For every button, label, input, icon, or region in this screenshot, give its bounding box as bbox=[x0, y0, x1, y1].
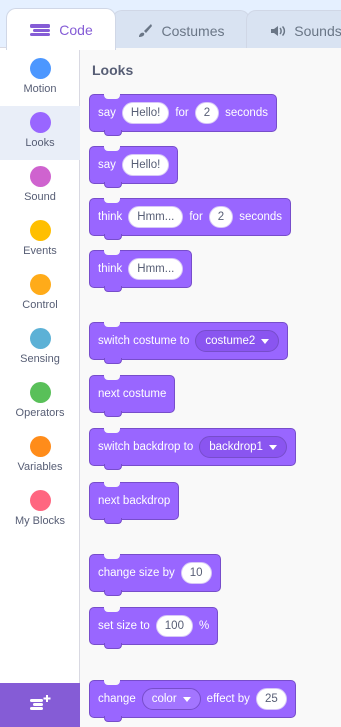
category-events[interactable]: Events bbox=[0, 214, 80, 268]
category-label: Control bbox=[22, 299, 58, 311]
size-input[interactable]: 10 bbox=[180, 562, 212, 584]
block-next-backdrop[interactable]: next backdrop bbox=[89, 482, 180, 524]
category-label: Sensing bbox=[20, 353, 60, 365]
block-text: % bbox=[198, 620, 210, 632]
message-input[interactable]: Hmm... bbox=[128, 258, 184, 280]
block-switch-costume[interactable]: switch costume to costume2 bbox=[89, 322, 289, 364]
scratch-editor: Code Costumes Sounds Motion Looks Sound … bbox=[0, 0, 341, 727]
tab-bar: Code Costumes Sounds bbox=[0, 0, 341, 50]
seconds-input[interactable]: 2 bbox=[194, 102, 220, 124]
size-input[interactable]: 100 bbox=[155, 615, 193, 637]
message-input[interactable]: Hello! bbox=[121, 102, 170, 124]
effect-dropdown[interactable]: color bbox=[141, 688, 201, 710]
category-motion[interactable]: Motion bbox=[0, 52, 80, 106]
effect-value-input[interactable]: 25 bbox=[255, 688, 287, 710]
block-think-for-secs[interactable]: think Hmm... for 2 seconds bbox=[89, 198, 292, 240]
events-dot-icon bbox=[29, 220, 51, 241]
block-text: change size by bbox=[98, 567, 175, 579]
block-say[interactable]: say Hello! bbox=[89, 146, 179, 188]
tab-costumes[interactable]: Costumes bbox=[112, 10, 250, 50]
category-label: Sound bbox=[24, 191, 56, 203]
speaker-icon bbox=[270, 24, 286, 38]
block-text: seconds bbox=[239, 211, 283, 223]
category-control[interactable]: Control bbox=[0, 268, 80, 322]
my-blocks-dot-icon bbox=[29, 490, 51, 511]
category-label: Operators bbox=[15, 407, 65, 419]
caret-down-icon bbox=[261, 338, 270, 344]
caret-down-icon bbox=[268, 444, 277, 450]
block-change-size[interactable]: change size by 10 bbox=[89, 554, 221, 596]
block-say-for-secs[interactable]: say Hello! for 2 seconds bbox=[89, 94, 277, 136]
block-text: say bbox=[98, 107, 116, 119]
tab-code-label: Code bbox=[59, 21, 93, 38]
backdrop-dropdown[interactable]: backdrop1 bbox=[199, 436, 287, 458]
block-set-size[interactable]: set size to 100 % bbox=[89, 607, 219, 649]
blocks-palette: Looks say Hello! for 2 seconds say Hello… bbox=[80, 48, 341, 727]
message-input[interactable]: Hmm... bbox=[128, 206, 184, 228]
block-next-costume[interactable]: next costume bbox=[89, 375, 176, 417]
add-extension-icon bbox=[28, 694, 52, 717]
block-think[interactable]: think Hmm... bbox=[89, 250, 193, 292]
category-menu: Motion Looks Sound Events Control Sensin… bbox=[0, 48, 80, 727]
looks-dot-icon bbox=[29, 112, 51, 133]
block-text: for bbox=[189, 211, 203, 223]
category-label: Motion bbox=[23, 83, 57, 95]
block-text: think bbox=[98, 211, 123, 223]
block-text: switch backdrop to bbox=[98, 441, 194, 453]
block-text: switch costume to bbox=[98, 335, 190, 347]
dropdown-value: backdrop1 bbox=[209, 441, 263, 453]
caret-down-icon bbox=[182, 696, 191, 702]
category-label: Variables bbox=[17, 461, 63, 473]
message-input[interactable]: Hello! bbox=[121, 154, 170, 176]
block-text: effect by bbox=[206, 693, 250, 705]
code-icon bbox=[29, 23, 51, 37]
block-text: say bbox=[98, 159, 116, 171]
motion-dot-icon bbox=[29, 58, 51, 79]
category-label: My Blocks bbox=[14, 515, 66, 527]
category-label: Looks bbox=[25, 137, 55, 149]
category-sound[interactable]: Sound bbox=[0, 160, 80, 214]
tab-code[interactable]: Code bbox=[6, 8, 116, 50]
variables-dot-icon bbox=[29, 436, 51, 457]
tab-sounds-label: Sounds bbox=[294, 22, 341, 39]
block-change-effect[interactable]: change color effect by 25 bbox=[89, 680, 296, 722]
block-switch-backdrop[interactable]: switch backdrop to backdrop1 bbox=[89, 428, 296, 470]
dropdown-value: costume2 bbox=[205, 335, 256, 347]
block-text: think bbox=[98, 263, 123, 275]
category-label: Events bbox=[23, 245, 57, 257]
block-text: change bbox=[98, 693, 136, 705]
tab-costumes-label: Costumes bbox=[161, 22, 225, 39]
add-extension-button[interactable] bbox=[0, 683, 80, 727]
category-sensing[interactable]: Sensing bbox=[0, 322, 80, 376]
category-operators[interactable]: Operators bbox=[0, 376, 80, 430]
control-dot-icon bbox=[29, 274, 51, 295]
category-variables[interactable]: Variables bbox=[0, 430, 80, 484]
category-my-blocks[interactable]: My Blocks bbox=[0, 484, 80, 538]
sound-dot-icon bbox=[29, 166, 51, 187]
category-looks[interactable]: Looks bbox=[0, 106, 80, 160]
block-text: for bbox=[175, 107, 189, 119]
paintbrush-icon bbox=[137, 23, 153, 39]
block-text: seconds bbox=[225, 107, 268, 119]
dropdown-value: color bbox=[151, 693, 177, 705]
tab-sounds[interactable]: Sounds bbox=[246, 10, 341, 50]
costume-dropdown[interactable]: costume2 bbox=[195, 330, 280, 352]
seconds-input[interactable]: 2 bbox=[208, 206, 234, 228]
block-text: next costume bbox=[98, 388, 167, 400]
block-text: next backdrop bbox=[98, 495, 171, 507]
palette-section-title: Looks bbox=[92, 62, 134, 78]
sensing-dot-icon bbox=[29, 328, 51, 349]
operators-dot-icon bbox=[29, 382, 51, 403]
block-text: set size to bbox=[98, 620, 150, 632]
